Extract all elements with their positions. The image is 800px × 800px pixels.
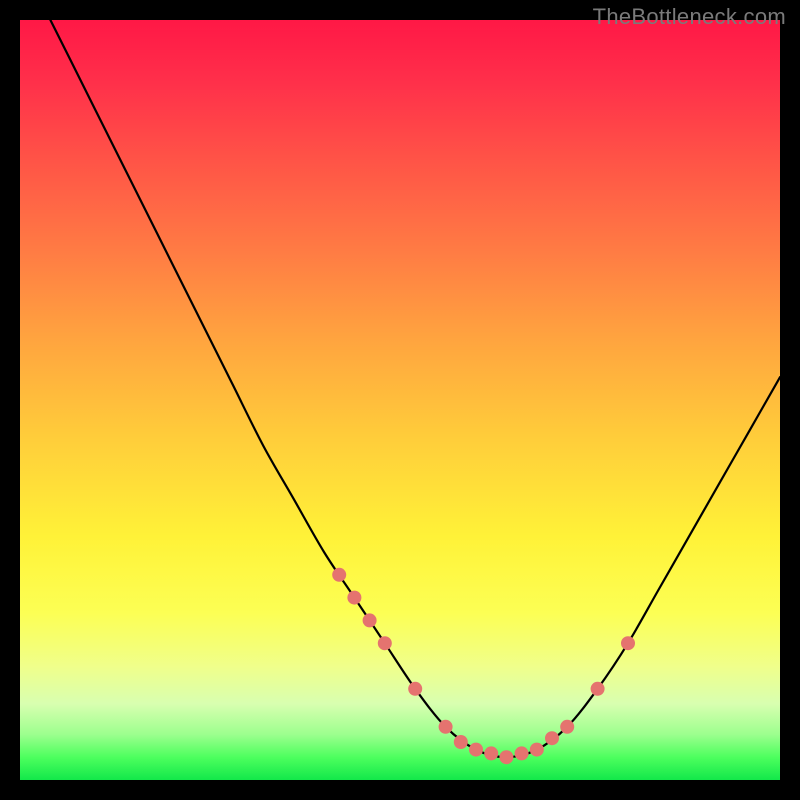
marker-dot: [545, 731, 559, 745]
marker-dot: [560, 720, 574, 734]
curve-layer: [20, 20, 780, 780]
marker-dot: [515, 746, 529, 760]
marker-dot: [454, 735, 468, 749]
marker-dot: [332, 568, 346, 582]
marker-dot: [591, 682, 605, 696]
marker-dot: [347, 591, 361, 605]
marker-dot: [408, 682, 422, 696]
attribution-label: TheBottleneck.com: [593, 4, 786, 30]
marker-dot: [439, 720, 453, 734]
marker-dot: [378, 636, 392, 650]
marker-dot: [363, 613, 377, 627]
marker-dot: [469, 743, 483, 757]
marker-dots: [332, 568, 635, 764]
chart-stage: TheBottleneck.com: [0, 0, 800, 800]
marker-dot: [530, 743, 544, 757]
marker-dot: [484, 746, 498, 760]
plot-area: [20, 20, 780, 780]
marker-dot: [499, 750, 513, 764]
bottleneck-curve: [50, 20, 780, 757]
marker-dot: [621, 636, 635, 650]
